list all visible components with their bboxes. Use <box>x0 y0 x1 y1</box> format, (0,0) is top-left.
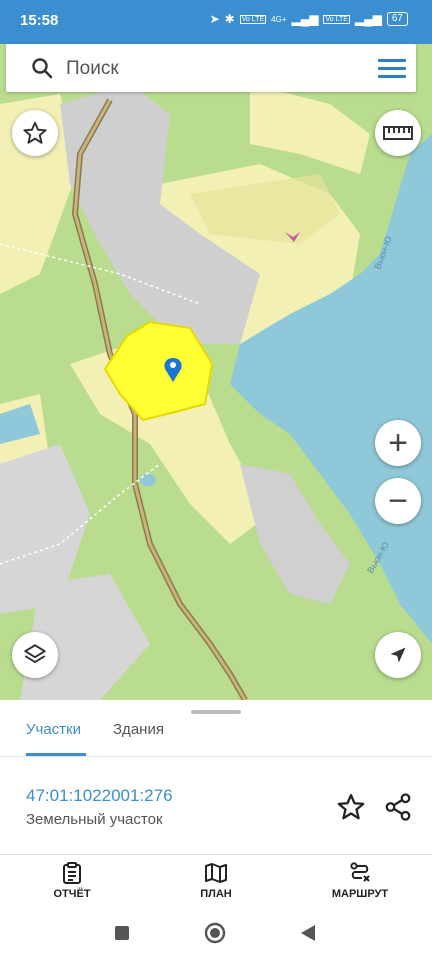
tab-buildings[interactable]: Здания <box>113 720 173 756</box>
nav-report[interactable]: ОТЧЁТ <box>50 861 94 900</box>
navigation-arrow-icon <box>390 647 406 663</box>
tab-divider <box>0 756 432 757</box>
search-input[interactable] <box>66 54 356 84</box>
location-icon: ➤ <box>209 12 220 26</box>
map-icon <box>205 863 227 883</box>
clipboard-icon <box>63 862 81 884</box>
ruler-button[interactable] <box>375 110 421 156</box>
star-outline-icon <box>23 121 47 144</box>
parcel-type-label: Земельный участок <box>26 811 163 828</box>
network-type: 4G+ <box>271 14 287 24</box>
zoom-out-label: − <box>388 482 408 520</box>
zoom-in-label: + <box>388 424 408 462</box>
signal-icon: ▂▄▆ <box>291 12 319 26</box>
bluetooth-icon: ✱ <box>224 12 235 26</box>
system-nav-bar <box>0 911 432 960</box>
recent-apps-icon[interactable] <box>114 925 130 941</box>
share-icon[interactable] <box>383 792 413 822</box>
sheet-drag-handle[interactable] <box>191 710 241 714</box>
tab-parcels[interactable]: Участки <box>26 720 86 756</box>
favorite-star-icon[interactable] <box>336 792 366 822</box>
signal-icon-2: ▂▄▆ <box>354 12 382 26</box>
status-bar: 15:58 ➤ ✱ Vo LTE 4G+ ▂▄▆ Vo LTE ▂▄▆ 67 <box>0 0 432 44</box>
ruler-icon <box>383 126 413 140</box>
status-time: 15:58 <box>20 12 59 29</box>
map-view[interactable]: Вьюн-Ю Вьюн-Ю <box>0 44 432 700</box>
favorites-button[interactable] <box>12 110 58 156</box>
volte-badge-2: Vo LTE <box>323 14 350 24</box>
bottom-nav: ОТЧЁТ ПЛАН МАРШРУТ <box>0 855 432 911</box>
cadastral-number-link[interactable]: 47:01:1022001:276 <box>26 786 173 806</box>
search-icon[interactable] <box>30 56 54 80</box>
layers-button[interactable] <box>12 632 58 678</box>
layers-icon <box>24 644 46 664</box>
back-icon[interactable] <box>300 924 316 942</box>
nav-route-label: МАРШРУТ <box>331 888 389 900</box>
zoom-in-button[interactable]: + <box>375 420 421 466</box>
nav-plan[interactable]: ПЛАН <box>194 861 238 900</box>
nav-report-label: ОТЧЁТ <box>53 888 91 900</box>
zoom-out-button[interactable]: − <box>375 478 421 524</box>
route-icon <box>350 862 370 882</box>
menu-icon[interactable] <box>378 56 406 80</box>
nav-plan-label: ПЛАН <box>200 888 232 900</box>
battery-icon: 67 <box>386 12 408 26</box>
locate-button[interactable] <box>375 632 421 678</box>
map-canvas: Вьюн-Ю Вьюн-Ю <box>0 44 432 700</box>
home-icon[interactable] <box>204 922 226 944</box>
nav-route[interactable]: МАРШРУТ <box>328 861 392 900</box>
status-icons: ➤ ✱ Vo LTE 4G+ ▂▄▆ Vo LTE ▂▄▆ 67 <box>210 12 408 26</box>
search-bar <box>6 44 416 92</box>
volte-badge-1: Vo LTE <box>239 14 267 24</box>
